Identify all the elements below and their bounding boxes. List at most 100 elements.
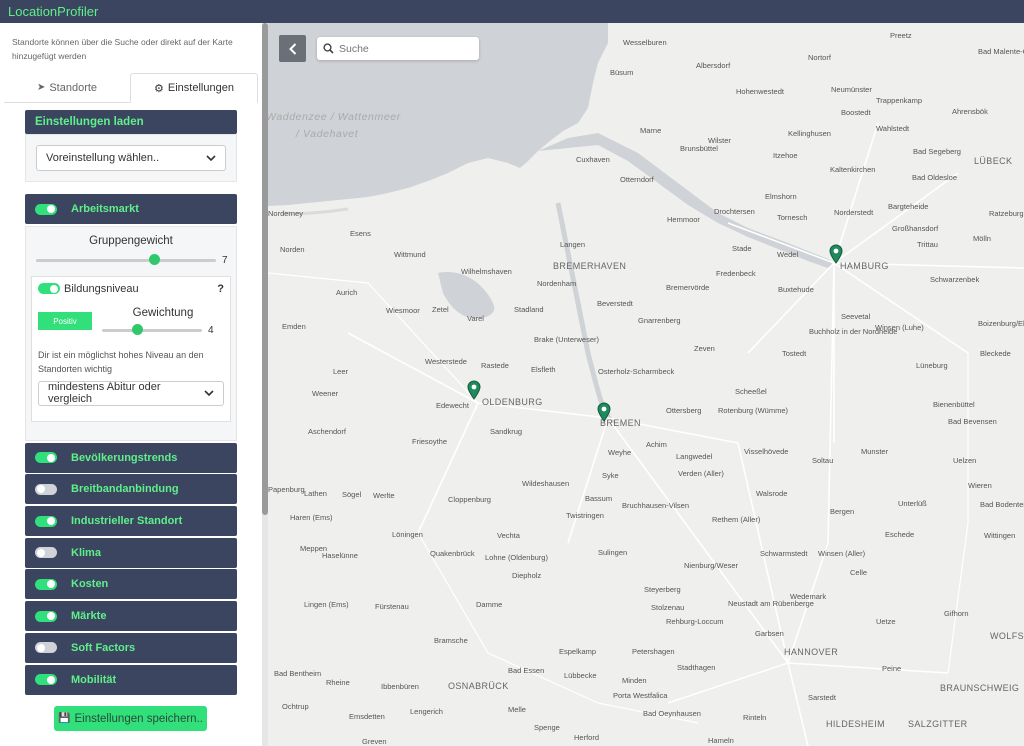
tab-einstellungen[interactable]: ⚙ Einstellungen bbox=[130, 73, 258, 103]
place-label: Tornesch bbox=[777, 213, 808, 222]
place-label: Tostedt bbox=[782, 349, 807, 358]
group-soft-factors[interactable]: Soft Factors bbox=[25, 632, 237, 663]
group-arbeitsmarkt[interactable]: Arbeitsmarkt bbox=[25, 194, 237, 224]
place-label: Emsdetten bbox=[349, 712, 385, 721]
place-label: Sandkrug bbox=[490, 427, 523, 436]
place-label: Wiesmoor bbox=[386, 306, 420, 315]
collapse-sidebar-button[interactable] bbox=[279, 35, 306, 62]
place-label: Aschendorf bbox=[308, 427, 346, 436]
location-marker-bremen[interactable] bbox=[597, 402, 611, 422]
place-label: Norderney bbox=[268, 209, 304, 218]
map-marker-icon bbox=[467, 380, 481, 400]
place-label: Hohenwestedt bbox=[736, 87, 784, 96]
place-label: Peine bbox=[882, 664, 902, 673]
place-label: Sögel bbox=[342, 490, 362, 499]
factor-toggle[interactable] bbox=[38, 283, 60, 295]
place-label: Emden bbox=[282, 322, 306, 331]
place-label: Visselhövede bbox=[744, 447, 789, 456]
group-label: Kosten bbox=[71, 578, 109, 591]
group-maerkte[interactable]: Märkte bbox=[25, 601, 237, 632]
place-label: Elmshorn bbox=[765, 192, 797, 201]
group-toggle[interactable] bbox=[35, 642, 57, 654]
place-label: Gnarrenberg bbox=[638, 316, 681, 325]
place-label: Brunsbüttel bbox=[680, 144, 718, 153]
group-bevoelkerungstrends[interactable]: Bevölkerungstrends bbox=[25, 442, 237, 473]
factor-label: Bildungsniveau bbox=[64, 282, 139, 295]
place-label: Lathen bbox=[304, 489, 327, 498]
place-label: Wittingen bbox=[984, 531, 1016, 540]
group-toggle[interactable] bbox=[35, 674, 57, 685]
save-icon: 💾 bbox=[58, 713, 71, 724]
location-marker-oldenburg[interactable] bbox=[467, 380, 481, 400]
place-label: Bassum bbox=[585, 494, 613, 503]
slider-thumb[interactable] bbox=[149, 254, 160, 266]
place-label: Norderstedt bbox=[834, 208, 874, 217]
group-toggle[interactable] bbox=[35, 515, 57, 527]
group-weight-slider[interactable]: 7 bbox=[31, 254, 231, 266]
place-label: Porta Westfalica bbox=[613, 691, 668, 700]
place-label: Wedel bbox=[777, 250, 799, 259]
group-weight-value: 7 bbox=[222, 254, 228, 266]
place-label: Wesselburen bbox=[623, 38, 667, 47]
group-kosten[interactable]: Kosten bbox=[25, 569, 237, 600]
place-label: Esens bbox=[350, 229, 371, 238]
place-label: Uetze bbox=[876, 617, 896, 626]
place-label: Nortorf bbox=[808, 53, 831, 62]
place-label: Bad Oldesloe bbox=[912, 173, 958, 182]
city-label: HANNOVER bbox=[784, 647, 839, 657]
factor-select[interactable]: mindestens Abitur oder vergleich bbox=[38, 380, 224, 406]
place-label: Achim bbox=[646, 440, 667, 449]
factor-weight-slider[interactable]: 4 bbox=[102, 324, 224, 336]
place-label: Ottersberg bbox=[666, 406, 702, 415]
group-label: Breitbandanbindung bbox=[71, 483, 179, 496]
group-industrieller-standort[interactable]: Industrieller Standort bbox=[25, 506, 237, 537]
search-input[interactable] bbox=[339, 42, 469, 55]
group-label: Mobilität bbox=[71, 673, 117, 686]
group-toggle[interactable] bbox=[35, 547, 57, 559]
map-view[interactable]: Waddenzee / Wattenmeer / Vadehavet BREME… bbox=[268, 23, 1024, 746]
city-label: BREMERHAVEN bbox=[553, 261, 627, 271]
slider-thumb[interactable] bbox=[132, 324, 143, 336]
place-label: Stadthagen bbox=[677, 663, 716, 672]
map-search[interactable] bbox=[317, 37, 479, 60]
tab-standorte[interactable]: ➤ Standorte bbox=[4, 73, 130, 102]
place-label: Schwarmstedt bbox=[760, 549, 808, 558]
place-label: Lengerich bbox=[410, 707, 443, 716]
place-label: Bienenbüttel bbox=[933, 400, 975, 409]
search-icon bbox=[323, 43, 334, 54]
tab-label: Einstellungen bbox=[167, 82, 234, 94]
place-label: Großhansdorf bbox=[892, 224, 939, 233]
preset-select[interactable]: Voreinstellung wählen.. bbox=[36, 145, 226, 171]
place-label: Kaltenkirchen bbox=[830, 165, 876, 174]
place-label: Werlte bbox=[373, 491, 395, 500]
place-label: Hemmoor bbox=[667, 215, 700, 224]
place-label: Wildeshausen bbox=[522, 479, 570, 488]
group-toggle[interactable] bbox=[35, 578, 57, 590]
app-title: LocationProfiler bbox=[8, 4, 99, 19]
place-label: Bad Segeberg bbox=[913, 147, 961, 156]
place-label: Otterndorf bbox=[620, 175, 654, 184]
direction-button[interactable]: Positiv bbox=[38, 312, 92, 331]
app-title-bar: LocationProfiler bbox=[0, 0, 1024, 23]
group-label: Bevölkerungstrends bbox=[71, 451, 178, 464]
location-marker-hamburg[interactable] bbox=[829, 244, 843, 264]
group-klima[interactable]: Klima bbox=[25, 537, 237, 568]
save-settings-button[interactable]: 💾 Einstellungen speichern.. bbox=[54, 706, 207, 731]
group-breitbandanbindung[interactable]: Breitbandanbindung bbox=[25, 474, 237, 505]
group-toggle[interactable] bbox=[35, 452, 57, 464]
place-label: Buxtehude bbox=[778, 285, 814, 294]
place-label: Winsen (Luhe) bbox=[875, 323, 924, 332]
group-toggle[interactable] bbox=[35, 203, 57, 215]
group-toggle[interactable] bbox=[35, 483, 57, 495]
place-label: Rinteln bbox=[743, 713, 767, 722]
help-icon[interactable]: ? bbox=[217, 283, 224, 295]
place-label: Bleckede bbox=[980, 349, 1011, 358]
city-label: OLDENBURG bbox=[482, 397, 543, 407]
place-label: Osterholz-Scharmbeck bbox=[598, 367, 675, 376]
place-label: Nienburg/Weser bbox=[684, 561, 739, 570]
place-label: Lüneburg bbox=[916, 361, 948, 370]
group-toggle[interactable] bbox=[35, 610, 57, 622]
group-mobilitaet[interactable]: Mobilität bbox=[25, 664, 237, 695]
place-label: Soltau bbox=[812, 456, 834, 465]
place-label: Preetz bbox=[890, 31, 912, 40]
